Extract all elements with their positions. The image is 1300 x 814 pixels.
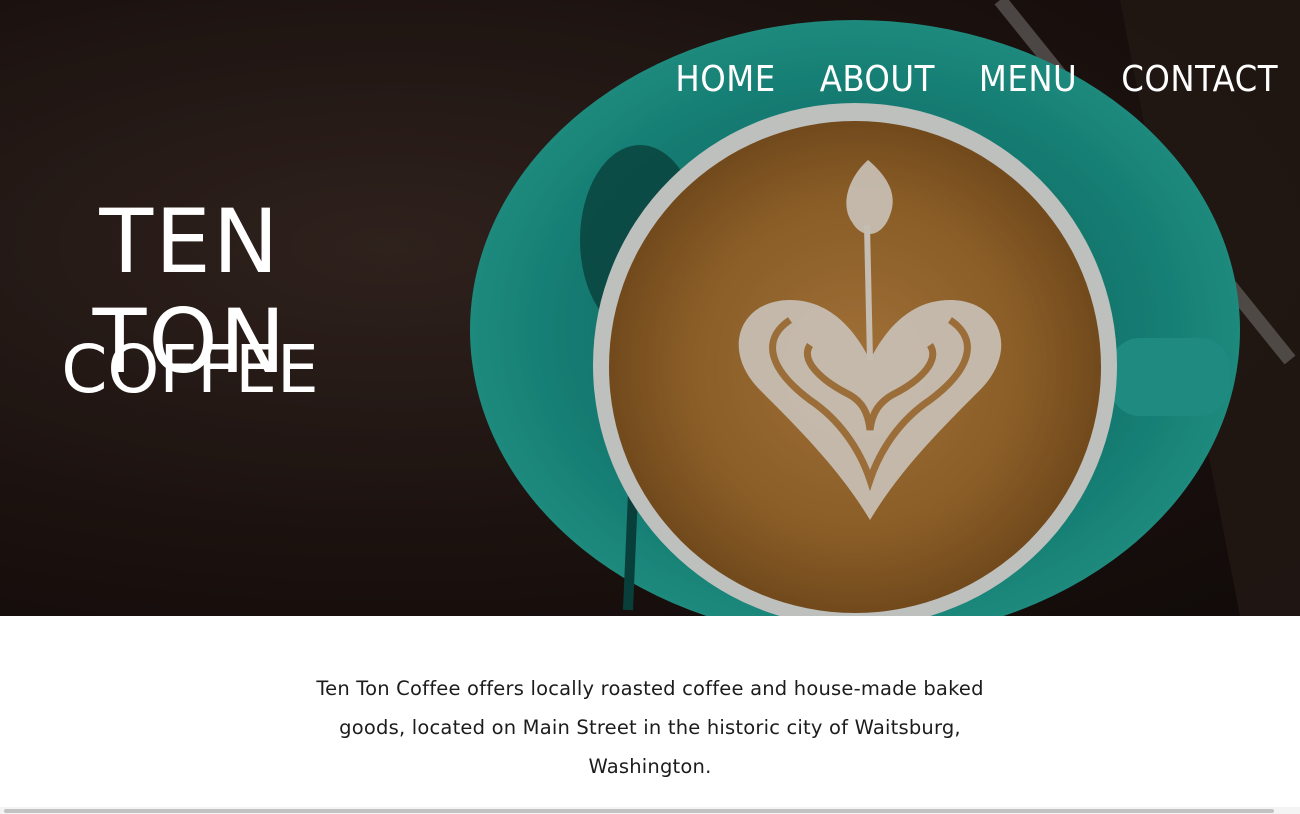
- hero-section: HOME ABOUT MENU CONTACT TEN TON COFFEE: [0, 0, 1300, 616]
- brand-subtitle: COFFEE: [61, 331, 319, 408]
- nav-about[interactable]: ABOUT: [820, 58, 935, 102]
- horizontal-scrollbar[interactable]: [0, 807, 1300, 814]
- nav-contact[interactable]: CONTACT: [1121, 58, 1278, 102]
- intro-text: Ten Ton Coffee offers locally roasted co…: [316, 677, 984, 778]
- nav-home[interactable]: HOME: [675, 58, 775, 102]
- nav-menu[interactable]: MENU: [979, 58, 1077, 102]
- main-nav: HOME ABOUT MENU CONTACT: [675, 58, 1278, 102]
- scrollbar-thumb[interactable]: [4, 809, 1274, 813]
